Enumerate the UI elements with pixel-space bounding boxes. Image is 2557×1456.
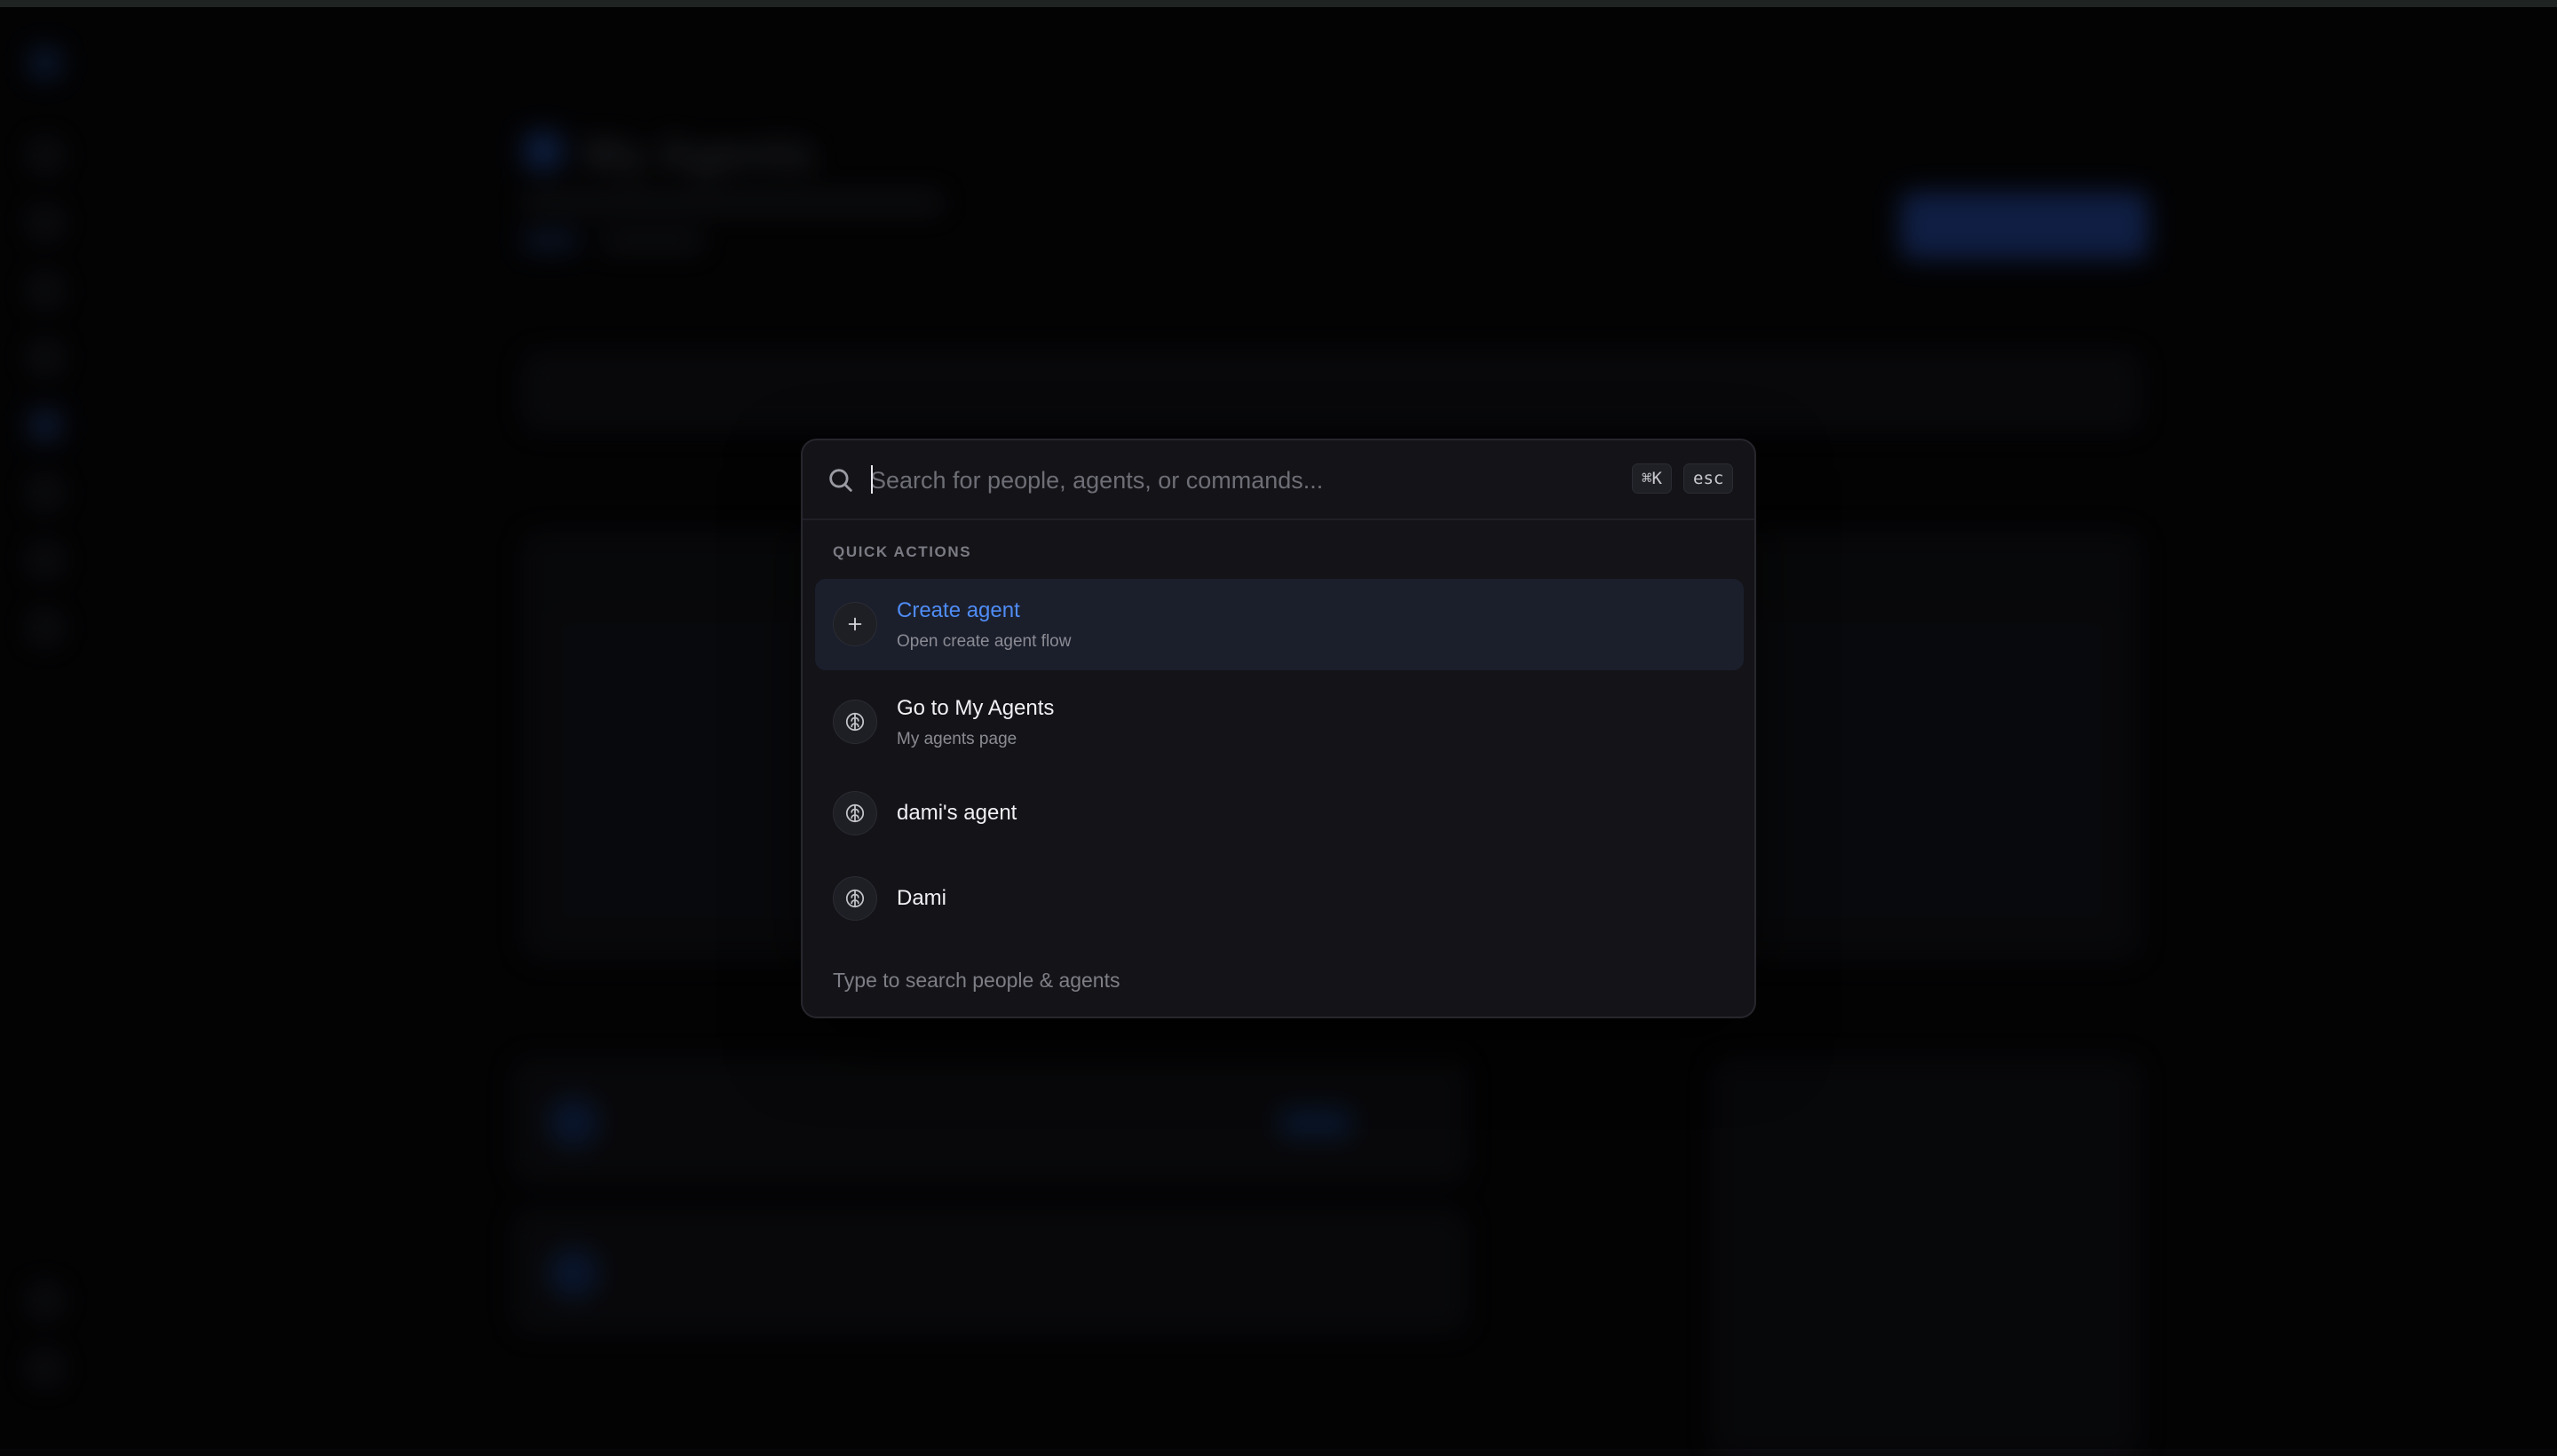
close-palette-esc-key[interactable]: esc — [1683, 463, 1734, 494]
palette-search-input[interactable] — [870, 460, 1527, 501]
palette-item-go-to-my-agents[interactable]: Go to My Agents My agents page — [815, 677, 1744, 768]
text-caret — [871, 465, 873, 494]
palette-search-row: ⌘K esc — [803, 440, 1754, 520]
command-palette: ⌘K esc QUICK ACTIONS Create agent Open c… — [801, 439, 1756, 1018]
shortcut-hint-cmd-k: ⌘K — [1632, 463, 1672, 494]
palette-item-title: dami's agent — [897, 801, 1017, 825]
palette-footer-hint: Type to search people & agents — [833, 969, 1120, 992]
palette-item-create-agent[interactable]: Create agent Open create agent flow — [815, 579, 1744, 670]
palette-item-person[interactable]: Dami — [815, 861, 1744, 936]
search-icon — [826, 465, 856, 495]
palette-item-agent[interactable]: dami's agent — [815, 776, 1744, 851]
palette-item-title: Dami — [897, 886, 947, 910]
brain-icon — [833, 791, 877, 835]
palette-item-subtitle: My agents page — [897, 730, 1017, 748]
section-label-quick-actions: QUICK ACTIONS — [833, 543, 972, 560]
brain-icon — [833, 700, 877, 744]
palette-item-title: Go to My Agents — [897, 696, 1055, 720]
palette-item-title: Create agent — [897, 598, 1020, 622]
brain-icon — [833, 876, 877, 921]
plus-icon — [833, 602, 877, 646]
palette-item-subtitle: Open create agent flow — [897, 632, 1072, 651]
